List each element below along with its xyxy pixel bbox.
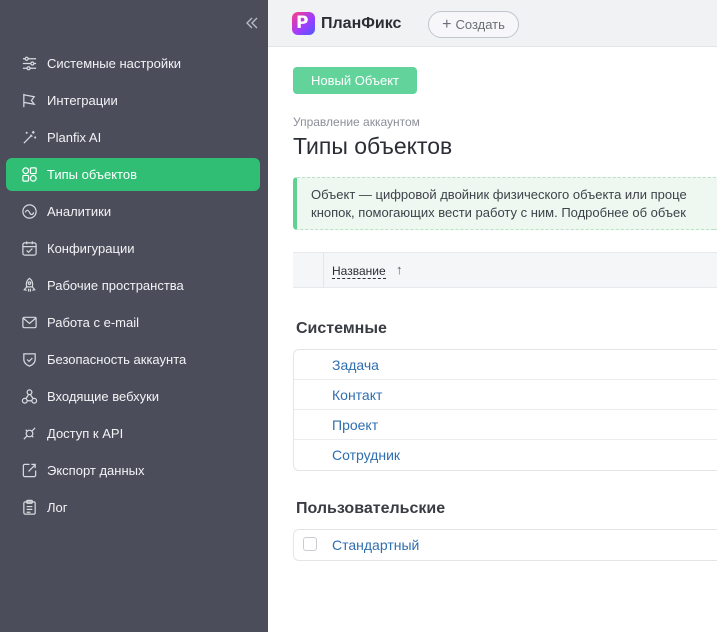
sidebar-item-label: Лог [47, 500, 68, 515]
sidebar-item-label: Входящие вебхуки [47, 389, 160, 404]
flag-icon [20, 92, 38, 110]
list-item[interactable]: Контакт [294, 380, 717, 410]
sidebar-item-email[interactable]: Работа с e-mail [6, 304, 260, 341]
sidebar-item-label: Конфигурации [47, 241, 135, 256]
collapse-sidebar-button[interactable] [242, 14, 262, 34]
system-types-list: Задача Контакт Проект Сотрудник [293, 349, 717, 471]
sidebar-item-planfix-ai[interactable]: Planfix AI [6, 119, 260, 156]
list-item[interactable]: Задача [294, 350, 717, 380]
sidebar-item-label: Интеграции [47, 93, 118, 108]
sidebar-item-label: Системные настройки [47, 56, 182, 71]
sidebar-item-api-access[interactable]: Доступ к API [6, 415, 260, 452]
info-text-line: Объект — цифровой двойник физического об… [311, 187, 687, 202]
rocket-icon [20, 277, 38, 295]
object-type-link[interactable]: Сотрудник [332, 447, 400, 463]
sidebar-item-account-security[interactable]: Безопасность аккаунта [6, 341, 260, 378]
list-item[interactable]: Проект [294, 410, 717, 440]
custom-types-list: Стандартный [293, 529, 717, 561]
export-icon [20, 462, 38, 480]
settings-nav: Системные настройки Интеграции Planfix A… [6, 45, 260, 526]
sidebar-item-data-export[interactable]: Экспорт данных [6, 452, 260, 489]
sidebar-item-configurations[interactable]: Конфигурации [6, 230, 260, 267]
object-type-link[interactable]: Контакт [332, 387, 382, 403]
sidebar-item-analytics[interactable]: Аналитики [6, 193, 260, 230]
list-item[interactable]: Сотрудник [294, 440, 717, 470]
logo-text: ПланФикс [321, 14, 402, 32]
info-text-line: кнопок, помогающих вести работу с ним. П… [311, 205, 686, 220]
info-box: Объект — цифровой двойник физического об… [293, 177, 717, 230]
group-title-custom: Пользовательские [296, 500, 446, 517]
new-object-button[interactable]: Новый Объект [293, 67, 417, 94]
api-icon [20, 425, 38, 443]
object-type-link[interactable]: Задача [332, 357, 379, 373]
shield-check-icon [20, 351, 38, 369]
object-type-link[interactable]: Проект [332, 417, 378, 433]
table-header: Название ↑ [293, 252, 717, 288]
calendar-box-icon [20, 240, 38, 258]
sidebar-item-label: Экспорт данных [47, 463, 145, 478]
sidebar-item-label: Работа с e-mail [47, 315, 140, 330]
sidebar-item-workspaces[interactable]: Рабочие пространства [6, 267, 260, 304]
app-logo[interactable]: P ПланФикс [292, 12, 401, 35]
breadcrumb[interactable]: Управление аккаунтом [293, 115, 420, 129]
page-title: Типы объектов [293, 133, 453, 159]
column-header-name[interactable]: Название [332, 264, 386, 279]
clipboard-icon [20, 499, 38, 517]
sidebar-item-log[interactable]: Лог [6, 489, 260, 526]
sidebar-item-label: Доступ к API [47, 426, 124, 441]
planfix-logo-icon: P [292, 12, 315, 35]
webhook-icon [20, 388, 38, 406]
sidebar-item-label: Безопасность аккаунта [47, 352, 187, 367]
mail-icon [20, 314, 38, 332]
sidebar-item-label: Рабочие пространства [47, 278, 184, 293]
column-divider [323, 253, 324, 288]
sidebar-item-integrations[interactable]: Интеграции [6, 82, 260, 119]
sliders-icon [20, 55, 38, 73]
sidebar-item-object-types[interactable]: Типы объектов [6, 158, 260, 191]
create-button-label: Создать [455, 17, 505, 32]
shapes-icon [20, 166, 38, 184]
magic-wand-icon [20, 129, 38, 147]
sidebar-item-label: Типы объектов [47, 167, 138, 182]
top-bar: P ПланФикс + Создать [268, 0, 717, 47]
double-chevron-left-icon [246, 17, 258, 29]
wave-circle-icon [20, 203, 38, 221]
row-checkbox[interactable] [303, 537, 317, 551]
sidebar-item-label: Аналитики [47, 204, 112, 219]
plus-icon: + [442, 15, 452, 33]
create-button[interactable]: + Создать [428, 11, 519, 38]
sidebar-item-label: Planfix AI [47, 130, 102, 145]
sidebar-item-system-settings[interactable]: Системные настройки [6, 45, 260, 82]
sidebar-item-incoming-webhooks[interactable]: Входящие вебхуки [6, 378, 260, 415]
list-item[interactable]: Стандартный [294, 530, 717, 560]
sort-ascending-icon[interactable]: ↑ [396, 262, 403, 277]
group-title-system: Системные [296, 320, 387, 337]
object-type-link[interactable]: Стандартный [332, 537, 419, 553]
sidebar: Системные настройки Интеграции Planfix A… [0, 0, 268, 632]
